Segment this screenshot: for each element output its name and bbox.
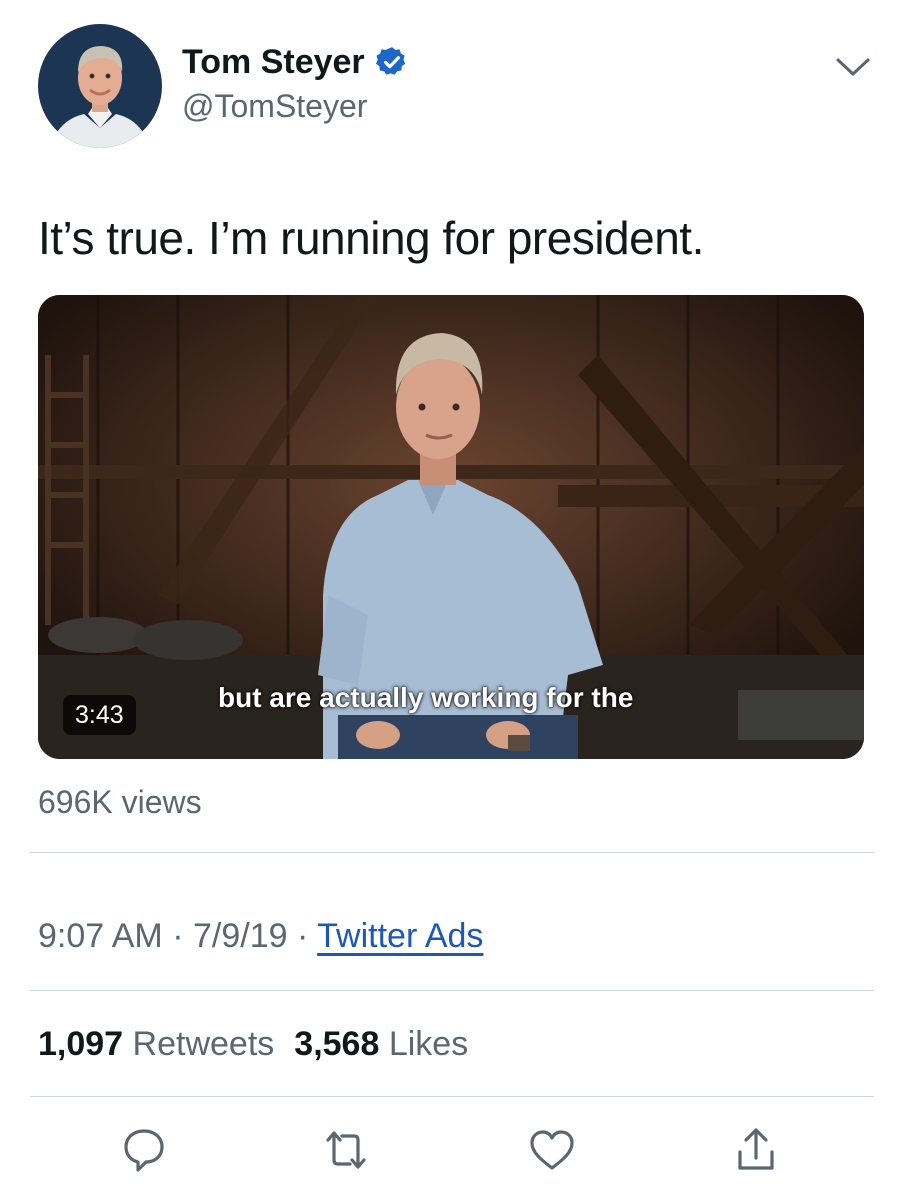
tweet-time: 9:07 AM xyxy=(38,917,163,955)
likes-stat[interactable]: 3,568 Likes xyxy=(294,1025,468,1063)
tweet-meta: 9:07 AM · 7/9/19 · Twitter Ads xyxy=(38,914,483,958)
divider xyxy=(30,990,874,991)
like-icon[interactable] xyxy=(524,1122,580,1178)
likes-label: Likes xyxy=(388,1025,469,1063)
divider xyxy=(30,852,874,853)
likes-count: 3,568 xyxy=(294,1025,380,1063)
share-icon[interactable] xyxy=(728,1122,784,1178)
meta-separator: · xyxy=(172,917,184,955)
engagement-stats: 1,097 Retweets 3,568 Likes xyxy=(38,1022,468,1066)
retweet-icon[interactable] xyxy=(318,1122,374,1178)
verified-badge-icon xyxy=(375,47,405,75)
display-name[interactable]: Tom Steyer xyxy=(182,40,365,84)
tweet-date: 7/9/19 xyxy=(192,917,288,955)
retweets-label: Retweets xyxy=(132,1025,275,1063)
divider xyxy=(30,1096,874,1097)
source-link[interactable]: Twitter Ads xyxy=(317,917,483,955)
tweet-text: It’s true. I’m running for president. xyxy=(38,212,704,264)
handle[interactable]: @TomSteyer xyxy=(182,84,367,128)
retweets-count: 1,097 xyxy=(38,1025,124,1063)
view-count: 696K views xyxy=(38,784,202,820)
video-caption: but are actually working for the xyxy=(218,682,634,713)
chevron-down-icon[interactable] xyxy=(832,50,874,84)
meta-separator: · xyxy=(296,917,309,955)
video-player[interactable]: 3:43 but are actually working for the xyxy=(38,295,864,759)
video-duration: 3:43 xyxy=(63,695,136,735)
avatar[interactable] xyxy=(38,24,162,148)
reply-icon[interactable] xyxy=(116,1122,172,1178)
retweets-stat[interactable]: 1,097 Retweets xyxy=(38,1025,274,1063)
